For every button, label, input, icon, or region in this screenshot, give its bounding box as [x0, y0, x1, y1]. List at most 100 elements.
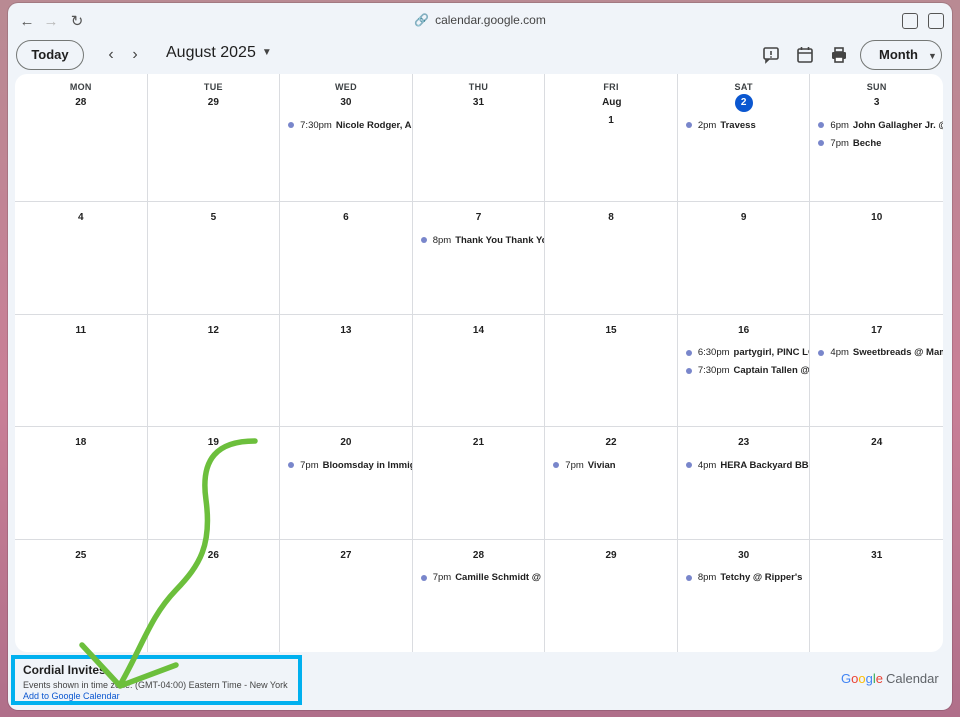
event-dot-icon: [685, 349, 692, 356]
day-cell[interactable]: 25: [15, 539, 148, 652]
event-chip[interactable]: 2pm Travess: [678, 116, 810, 134]
day-number[interactable]: 27: [337, 547, 355, 565]
day-number[interactable]: 25: [72, 547, 90, 565]
event-chip[interactable]: 6:30pm partygirl, PINC LC: [678, 344, 809, 362]
event-chip[interactable]: 4pm HERA Backyard BBQ: [678, 456, 809, 474]
event-chip[interactable]: 7pm Bloomsday in Immigr: [280, 456, 412, 474]
day-cell[interactable]: 17 4pm Sweetbreads @ Mam: [810, 315, 943, 427]
day-cell[interactable]: 4: [15, 202, 148, 315]
event-chip[interactable]: 7pm Beche: [810, 134, 943, 152]
day-cell[interactable]: 13: [280, 314, 413, 427]
day-cell[interactable]: 20 7pm Bloomsday in Immigr: [280, 427, 413, 540]
day-cell[interactable]: 11: [15, 314, 148, 427]
day-number[interactable]: 15: [602, 322, 620, 340]
day-cell[interactable]: 7 8pm Thank You Thank You: [412, 202, 546, 315]
day-number[interactable]: 6: [337, 209, 355, 227]
day-number[interactable]: Aug 1: [602, 94, 621, 126]
day-cell[interactable]: 28 7pm Camille Schmidt @ N: [413, 539, 546, 652]
day-cell[interactable]: SAT 2 2pm Travess: [677, 74, 811, 202]
extension-icon[interactable]: [902, 13, 918, 29]
calendar-icon[interactable]: [796, 46, 814, 64]
day-number[interactable]: 4: [72, 209, 90, 227]
today-day-number[interactable]: 2: [734, 94, 753, 112]
address-bar[interactable]: 🔗 calendar.google.com: [8, 13, 952, 27]
day-number[interactable]: 18: [72, 434, 90, 452]
day-number[interactable]: 3: [868, 94, 886, 112]
day-number[interactable]: 17: [868, 322, 886, 340]
day-cell[interactable]: SUN 3 6pm John Gallagher Jr. @7pm Beche: [810, 74, 943, 202]
day-cell[interactable]: 18: [15, 427, 148, 540]
today-button[interactable]: Today: [16, 40, 84, 70]
day-number[interactable]: 28: [469, 547, 487, 565]
event-dot-icon: [818, 140, 825, 146]
feedback-icon[interactable]: [762, 46, 780, 64]
day-cell[interactable]: WED 30 7:30pm Nicole Rodger, Ale: [280, 74, 413, 202]
day-cell[interactable]: 23 4pm HERA Backyard BBQ: [677, 427, 811, 540]
day-cell[interactable]: 8: [545, 202, 678, 315]
event-chip[interactable]: 6pm John Gallagher Jr. @: [810, 116, 943, 134]
day-cell[interactable]: 30 8pm Tetchy @ Ripper's: [678, 539, 811, 652]
day-number[interactable]: 10: [868, 209, 886, 227]
print-icon[interactable]: [830, 46, 848, 64]
day-number[interactable]: 28: [72, 94, 90, 112]
day-number[interactable]: 29: [602, 547, 620, 565]
day-cell[interactable]: 24: [810, 427, 943, 540]
day-number[interactable]: 20: [337, 434, 355, 452]
day-number[interactable]: 22: [602, 434, 620, 452]
day-cell[interactable]: 15: [545, 314, 678, 427]
day-number[interactable]: 31: [469, 94, 487, 112]
day-number[interactable]: 24: [868, 434, 886, 452]
calendar-name: Cordial Invites: [23, 663, 106, 677]
day-cell[interactable]: 9: [677, 202, 811, 315]
day-cell[interactable]: 10: [810, 202, 943, 315]
event-chip[interactable]: 4pm Sweetbreads @ Mam: [810, 344, 943, 362]
day-cell[interactable]: 12: [147, 314, 281, 427]
day-cell[interactable]: 21: [412, 427, 546, 540]
day-cell[interactable]: 26: [148, 539, 281, 652]
day-number[interactable]: 12: [204, 322, 222, 340]
day-number[interactable]: 31: [868, 547, 886, 565]
day-cell[interactable]: TUE 29: [147, 74, 281, 202]
day-number[interactable]: 30: [735, 547, 753, 565]
day-cell[interactable]: 14: [412, 314, 546, 427]
day-cell[interactable]: FRI Aug 1: [545, 74, 678, 202]
day-number[interactable]: 23: [735, 434, 753, 452]
weekday-label: FRI: [603, 82, 619, 92]
view-switcher-button[interactable]: Month ▼: [860, 40, 942, 70]
day-number[interactable]: 19: [204, 434, 222, 452]
day-cell[interactable]: 31: [810, 540, 943, 653]
day-number[interactable]: 14: [469, 322, 487, 340]
day-cell[interactable]: 29: [545, 539, 678, 652]
event-chip[interactable]: 7pm Vivian: [545, 456, 677, 474]
day-number[interactable]: 29: [204, 94, 222, 112]
chevron-left-icon[interactable]: ‹: [101, 45, 121, 65]
day-cell[interactable]: 5: [147, 202, 281, 315]
day-number[interactable]: 9: [735, 209, 753, 227]
day-cell[interactable]: 19: [147, 427, 281, 540]
day-cell[interactable]: 16 6:30pm partygirl, PINC LC 7:30pm Captain …: [677, 314, 811, 427]
day-number[interactable]: 5: [204, 209, 222, 227]
day-number[interactable]: 21: [469, 434, 487, 452]
event-chip[interactable]: 7:30pmCaptain Tallen @ C: [678, 362, 809, 380]
chevron-right-icon[interactable]: ›: [125, 45, 145, 65]
day-number[interactable]: 30: [337, 94, 355, 112]
sidebar-icon[interactable]: [928, 13, 944, 29]
day-cell[interactable]: THU 31: [412, 74, 546, 202]
day-number[interactable]: 16: [735, 322, 753, 340]
day-number[interactable]: 13: [337, 322, 355, 340]
day-number[interactable]: 7: [469, 209, 487, 227]
month-title[interactable]: August 2025 ▼: [166, 44, 272, 62]
day-number[interactable]: 11: [72, 322, 90, 340]
day-number[interactable]: 26: [204, 547, 222, 565]
day-number[interactable]: 8: [602, 209, 620, 227]
add-to-google-calendar-link[interactable]: Add to Google Calendar: [23, 691, 298, 701]
day-cell[interactable]: 6: [280, 202, 413, 315]
google-calendar-logo[interactable]: Google Calendar: [841, 671, 939, 686]
event-chip[interactable]: 8pm Tetchy @ Ripper's: [678, 569, 810, 587]
event-chip[interactable]: 8pm Thank You Thank You: [413, 231, 544, 249]
day-cell[interactable]: MON 28: [15, 74, 148, 202]
day-cell[interactable]: 22 7pm Vivian: [545, 427, 678, 540]
event-chip[interactable]: 7:30pm Nicole Rodger, Ale: [280, 116, 412, 134]
event-chip[interactable]: 7pm Camille Schmidt @ N: [413, 569, 544, 587]
day-cell[interactable]: 27: [280, 539, 413, 652]
